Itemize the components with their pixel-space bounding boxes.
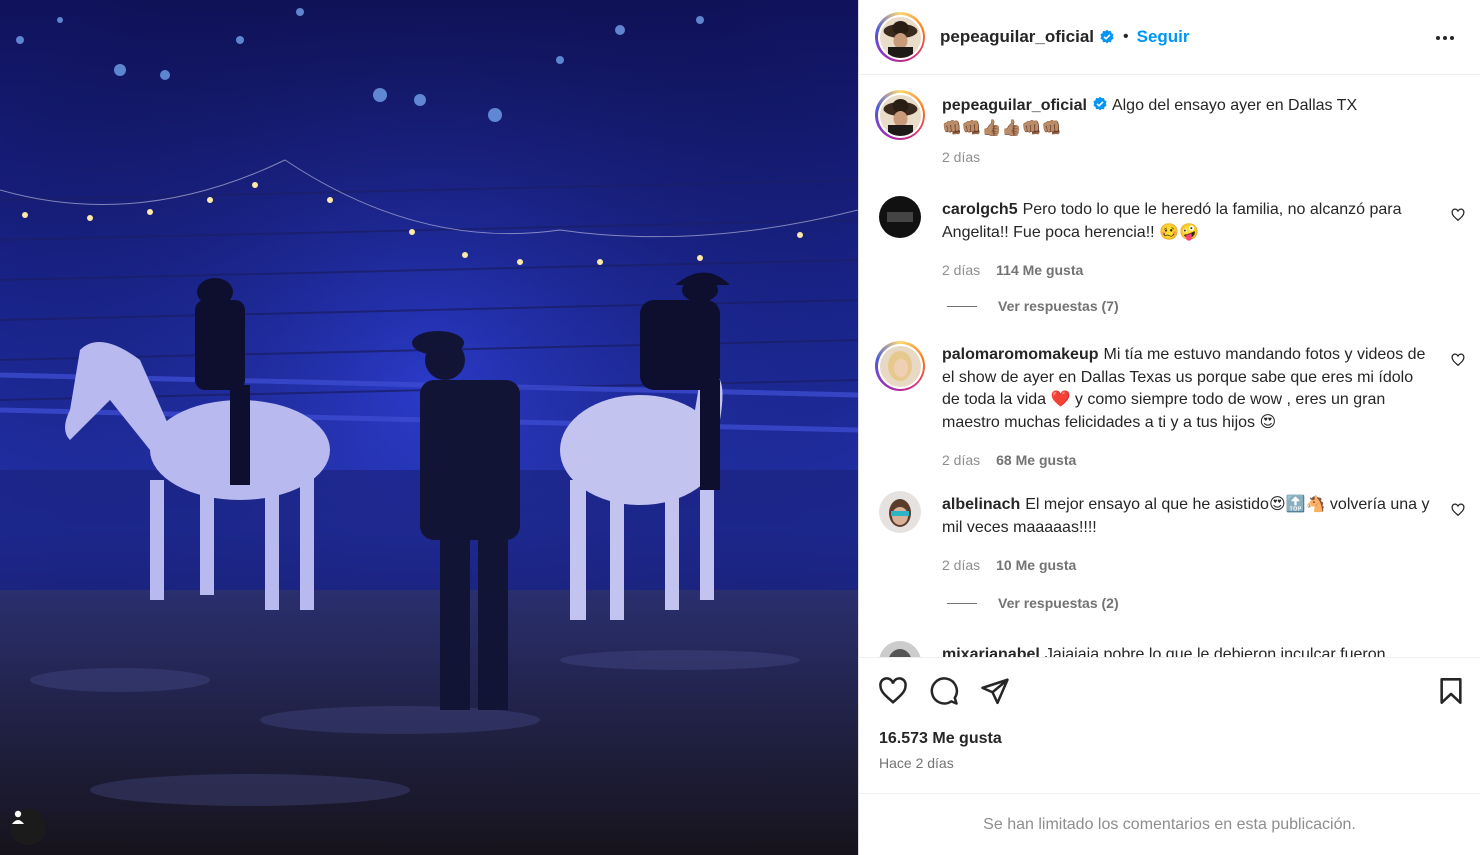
comment-icon[interactable]	[929, 676, 959, 706]
post-side-panel: pepeaguilar_oficial • Seguir pepeaguilar…	[858, 0, 1480, 855]
commenter-avatar[interactable]	[879, 491, 921, 533]
view-replies-button[interactable]: Ver respuestas (2)	[947, 595, 1119, 611]
more-options-icon[interactable]	[1436, 28, 1460, 48]
heart-icon[interactable]	[1451, 208, 1465, 222]
owner-avatar-image	[879, 16, 921, 58]
view-replies-button[interactable]: Ver respuestas (7)	[947, 298, 1119, 314]
user-tag-button[interactable]	[10, 809, 46, 845]
comment-time[interactable]: 2 días	[942, 554, 980, 577]
verified-icon	[1093, 96, 1107, 111]
view-replies-label[interactable]: Ver respuestas (2)	[998, 595, 1119, 611]
caption-text: Algo del ensayo ayer en Dallas TX	[1111, 97, 1358, 114]
commenter-avatar[interactable]	[875, 341, 925, 391]
post-modal: pepeaguilar_oficial • Seguir pepeaguilar…	[0, 0, 1480, 855]
commenter-avatar[interactable]	[879, 641, 921, 657]
comment-item: mixarianabel Jajajaja pobre lo que le deb…	[875, 641, 1465, 658]
owner-avatar[interactable]	[875, 12, 925, 62]
comment-likes[interactable]: 68 Me gusta	[996, 449, 1076, 472]
heart-icon[interactable]	[1451, 503, 1465, 517]
comment-item: carolgch5 Pero todo lo que le heredó la f…	[875, 196, 1465, 296]
caption-username[interactable]: pepeaguilar_oficial	[942, 97, 1087, 114]
caption-time[interactable]: 2 días	[942, 146, 980, 169]
heart-icon[interactable]	[1451, 353, 1465, 367]
post-actions	[859, 672, 1480, 712]
commenter-avatar[interactable]	[879, 196, 921, 238]
comment-time[interactable]: 2 días	[942, 259, 980, 282]
post-photo[interactable]	[0, 0, 858, 855]
comment-username[interactable]: palomaromomakeup	[942, 346, 1098, 363]
heart-icon[interactable]	[878, 676, 908, 706]
view-replies-label[interactable]: Ver respuestas (7)	[998, 298, 1119, 314]
post-header: pepeaguilar_oficial • Seguir	[859, 0, 1480, 75]
arena-photo-illustration	[0, 0, 858, 855]
user-tag-icon	[12, 810, 24, 824]
caption-avatar-image	[879, 94, 921, 136]
comments-list[interactable]: pepeaguilar_oficial Algo del ensayo ayer…	[859, 76, 1480, 658]
caption-emojis: 👊🏽👊🏽👍🏽👍🏽👊🏽👊🏽	[942, 119, 1062, 137]
verified-icon	[1100, 29, 1114, 44]
comment-username[interactable]: albelinach	[942, 496, 1020, 513]
comment-text: Jajajaja pobre lo que le debieron inculc…	[1044, 646, 1386, 658]
comment-username[interactable]: carolgch5	[942, 201, 1018, 218]
follow-button[interactable]: Seguir	[1137, 27, 1190, 47]
caption-item: pepeaguilar_oficial Algo del ensayo ayer…	[875, 90, 1465, 180]
comment-username[interactable]: mixarianabel	[942, 646, 1040, 657]
comment-likes[interactable]: 114 Me gusta	[996, 259, 1083, 282]
comment-likes[interactable]: 10 Me gusta	[996, 554, 1076, 577]
bookmark-icon[interactable]	[1437, 676, 1465, 706]
comment-item: palomaromomakeup Mi tía me estuvo mandand…	[875, 341, 1465, 471]
comments-limited-notice: Se han limitado los comentarios en esta …	[859, 793, 1480, 855]
post-date[interactable]: Hace 2 días	[879, 755, 954, 771]
caption-avatar[interactable]	[875, 90, 925, 140]
comment-item: albelinach El mejor ensayo al que he asis…	[875, 491, 1465, 573]
share-icon[interactable]	[980, 676, 1010, 706]
comment-time[interactable]: 2 días	[942, 449, 980, 472]
owner-username[interactable]: pepeaguilar_oficial	[940, 27, 1094, 47]
likes-count[interactable]: 16.573 Me gusta	[879, 730, 1002, 748]
header-separator: •	[1123, 28, 1129, 45]
